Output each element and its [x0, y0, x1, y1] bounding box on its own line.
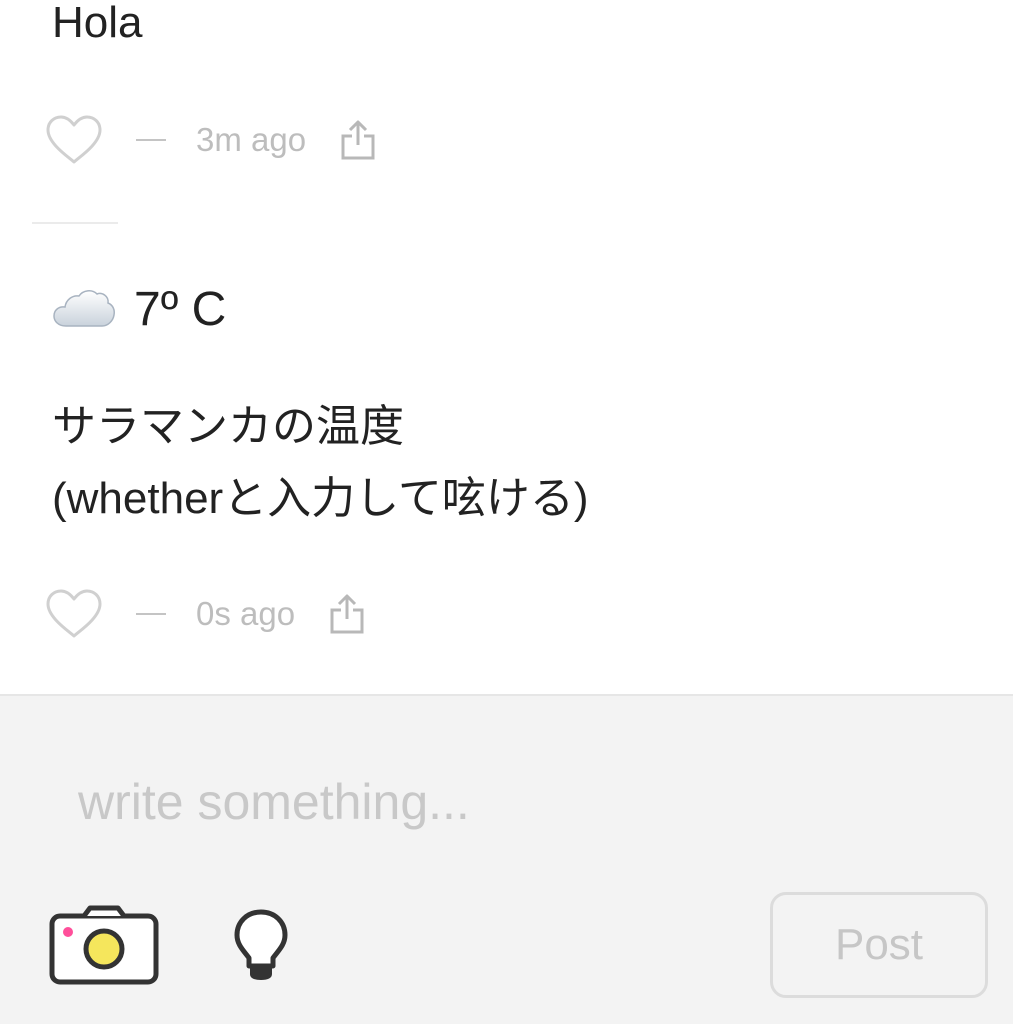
heart-icon[interactable]: [44, 588, 104, 640]
post-actions: 0s ago: [44, 584, 365, 644]
post-button[interactable]: Post: [770, 892, 988, 998]
post-divider: [32, 222, 118, 224]
heart-icon[interactable]: [44, 114, 104, 166]
cloud-icon: [52, 286, 116, 334]
share-icon[interactable]: [340, 119, 376, 161]
post-actions: 3m ago: [44, 110, 376, 170]
separator-dash: [136, 613, 166, 615]
camera-icon[interactable]: [48, 904, 160, 986]
post-timestamp: 0s ago: [196, 595, 296, 632]
composer-panel: Post: [0, 694, 1013, 1024]
share-icon[interactable]: [329, 593, 365, 635]
feed-screen: Hola 3m ago 7º C サラマンカの温度 (whetherと入力して呟…: [0, 0, 1013, 1024]
post-text: Hola: [52, 0, 143, 47]
post-text-line: サラマンカの温度: [52, 402, 404, 451]
post-text-line: (whetherと入力して呟ける): [52, 474, 589, 523]
lightbulb-icon[interactable]: [232, 908, 290, 984]
compose-input[interactable]: [76, 756, 940, 848]
weather-row: 7º C: [52, 282, 226, 337]
separator-dash: [136, 139, 166, 141]
post-timestamp: 3m ago: [196, 121, 307, 158]
weather-temperature: 7º C: [134, 283, 227, 336]
